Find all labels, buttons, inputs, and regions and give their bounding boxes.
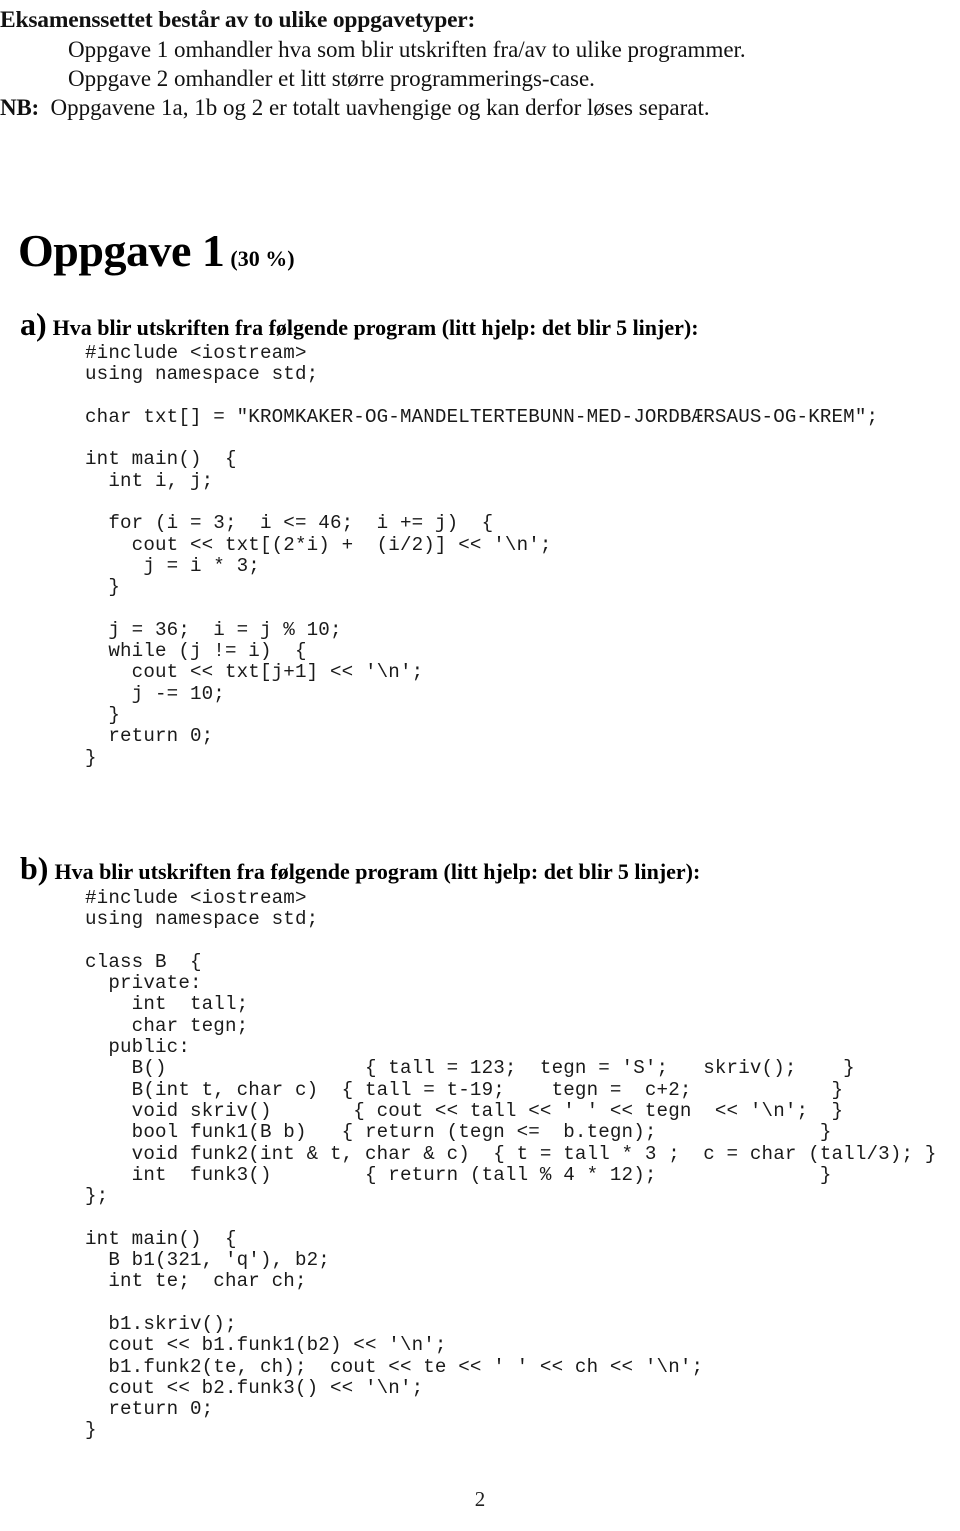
question-a-letter: a) [20,306,47,342]
nb-label: NB: [0,95,40,120]
code-block-b: #include <iostream> using namespace std;… [85,887,937,1442]
intro-line-1: Oppgave 1 omhandler hva som blir utskrif… [68,37,746,62]
question-b-text: Hva blir utskriften fra følgende program… [54,859,701,884]
intro-heading: Eksamenssettet består av to ulike oppgav… [0,7,476,33]
question-a-text: Hva blir utskriften fra følgende program… [52,315,699,340]
document-page: Eksamenssettet består av to ulike oppgav… [0,0,960,1531]
page-number: 2 [474,1487,486,1511]
oppgave-title: Oppgave 1 [18,225,225,276]
oppgave-weight: (30 %) [230,246,295,271]
intro-line-2: Oppgave 2 omhandler et litt større progr… [68,66,595,91]
page-title: Oppgave 1 (30 %) [2,206,295,295]
intro-block: Eksamenssettet består av to ulike oppgav… [0,6,940,122]
code-block-a: #include <iostream> using namespace std;… [85,342,879,769]
question-b-letter: b) [20,850,49,886]
intro-nb-line: NB: Oppgavene 1a, 1b og 2 er totalt uavh… [0,93,940,122]
nb-text: Oppgavene 1a, 1b og 2 er totalt uavhengi… [39,95,710,120]
